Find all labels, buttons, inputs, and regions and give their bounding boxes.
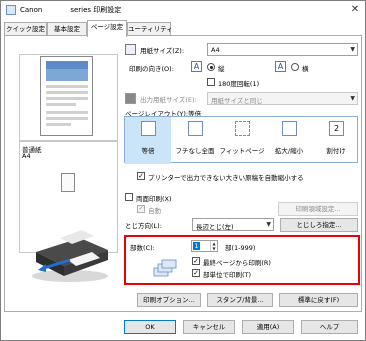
title-bar: Canon series 印刷設定 ✕ (1, 1, 365, 19)
chevron-down-icon: ▼ (266, 221, 271, 228)
layout-scaled[interactable]: 拡大/縮小 (266, 117, 312, 164)
close-icon[interactable]: ✕ (348, 3, 362, 16)
tab-main[interactable]: 基本設定 (47, 22, 87, 36)
duplex-checkbox[interactable] (125, 193, 133, 201)
layout-page-layout-label: 割付け (326, 147, 346, 155)
collate-label: 部単位で印刷(T) (203, 271, 252, 279)
layout-borderless-label: フチなし全面 (175, 147, 215, 155)
layout-scaled-label: 拡大/縮小 (274, 147, 304, 155)
layout-fit-to-page-label: フィットページ (219, 147, 265, 155)
layout-page-layout[interactable]: 2 割付け (313, 117, 359, 164)
auto-duplex-label: 自動 (148, 207, 161, 215)
normal-size-icon (141, 121, 156, 136)
ok-button[interactable]: OK (124, 320, 176, 334)
landscape-icon: A (275, 61, 286, 72)
auto-duplex-checkbox[interactable]: ✓ (137, 205, 145, 213)
portrait-label: 縦 (218, 65, 225, 73)
printer-app-icon (6, 5, 16, 15)
tab-maintenance[interactable]: ユーティリティ (127, 22, 173, 36)
paper-size-label: 用紙サイズ(Z): (140, 47, 185, 55)
spinner-arrows-icon[interactable]: ▲ ▼ (210, 241, 217, 251)
paper-preview (40, 56, 93, 136)
help-button[interactable]: ヘルプ (301, 320, 358, 334)
page-layout-icon: 2 (329, 121, 344, 136)
printer-illustration (32, 230, 108, 282)
chevron-down-icon: ▼ (350, 95, 355, 102)
borderless-icon (188, 121, 203, 136)
stamp-background-button[interactable]: スタンプ/背景... (207, 293, 273, 307)
rotate180-checkbox[interactable] (207, 78, 215, 86)
paper-size-select[interactable]: A4 ▼ (207, 43, 358, 56)
landscape-radio[interactable] (291, 63, 299, 71)
copies-label: 部数(C): (130, 244, 155, 252)
cancel-button[interactable]: キャンセル (183, 320, 235, 334)
document-icon (61, 173, 75, 192)
auto-reduce-label: プリンターで出力できない大きい原稿を自動縮小する (148, 174, 304, 182)
output-size-value: 用紙サイズと同じ (211, 97, 263, 105)
paper-preview-graphic (46, 61, 88, 126)
portrait-icon: A (191, 61, 202, 72)
duplex-label: 両面印刷(X) (136, 195, 172, 203)
copies-stepper[interactable]: 1 ▲ ▼ (191, 240, 218, 252)
copies-range-label: 部(1-999) (225, 244, 256, 252)
output-size-select[interactable]: 用紙サイズと同じ ▼ (207, 92, 358, 105)
restore-defaults-button[interactable]: 標準に戻す(F) (279, 293, 358, 307)
page-layout-list: 等倍 フチなし全面 フィットページ 拡大/縮小 2 割付け (124, 116, 359, 164)
layout-normal[interactable]: 等倍 (125, 117, 171, 164)
orientation-label: 印刷の向き(O): (129, 65, 174, 73)
paper-size-value: A4 (211, 46, 220, 54)
layout-fit-to-page[interactable]: フィットページ (219, 117, 265, 164)
copies-stack-icon (153, 259, 177, 277)
tab-quick-setup[interactable]: クイック設定 (4, 22, 47, 36)
portrait-radio[interactable] (207, 63, 215, 71)
rotate180-label: 180度回転(1) (218, 80, 260, 88)
scaled-icon (282, 121, 297, 136)
layout-normal-label: 等倍 (141, 147, 155, 155)
binding-value: 長辺とじ(左) (196, 223, 234, 231)
binding-label: とじ方向(L): (125, 222, 162, 230)
print-options-button[interactable]: 印刷オプション... (137, 293, 201, 307)
fit-to-page-icon (235, 121, 250, 136)
window-title: Canon series 印刷設定 (20, 6, 122, 14)
paper-size-icon (125, 44, 136, 55)
auto-reduce-checkbox[interactable]: ✓ (137, 172, 145, 180)
last-page-first-checkbox[interactable]: ✓ (192, 257, 200, 265)
chevron-down-icon: ▼ (350, 46, 355, 53)
layout-borderless[interactable]: フチなし全面 (172, 117, 218, 164)
output-size-label: 出力用紙サイズ(E): (140, 96, 197, 104)
collate-checkbox[interactable]: ✓ (192, 269, 200, 277)
tab-page-setup[interactable]: ページ設定 (87, 20, 127, 37)
media-size-label: A4 (22, 152, 31, 160)
print-area-setup-button[interactable]: 印刷領域設定... (278, 202, 358, 216)
output-printer-icon (125, 93, 136, 104)
last-page-first-label: 最終ページから印刷(R) (203, 259, 271, 267)
apply-button[interactable]: 適用(A) (242, 320, 294, 334)
landscape-label: 横 (302, 65, 309, 73)
stapling-margin-button[interactable]: とじしろ指定... (280, 218, 358, 232)
copies-value: 1 (193, 242, 200, 250)
binding-select[interactable]: 長辺とじ(左) ▼ (192, 218, 274, 231)
